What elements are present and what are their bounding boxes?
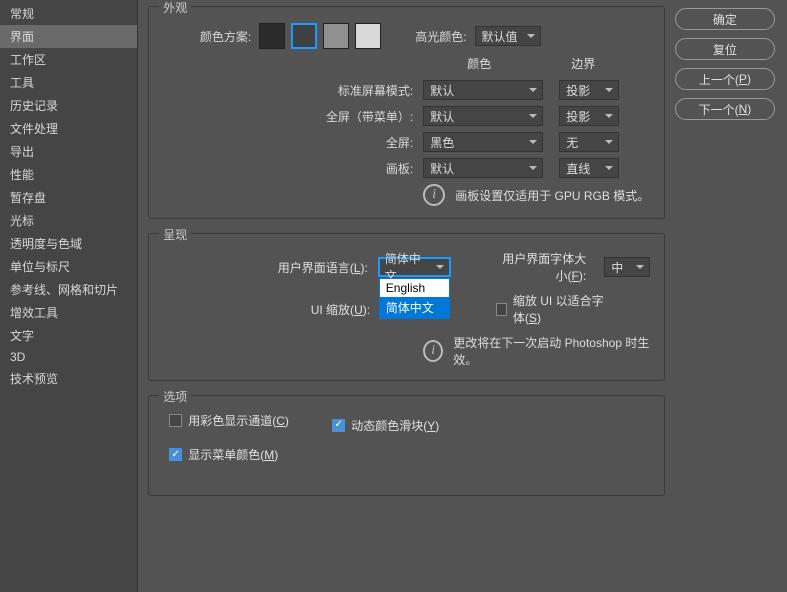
ui-language-select[interactable]: 简体中文 English简体中文 [378,257,452,277]
reset-button[interactable]: 复位 [675,38,775,60]
screen-mode-border-select[interactable]: 投影 [559,80,619,100]
screen-mode-color-select[interactable]: 默认 [423,80,543,100]
menu-colors-label: 显示菜单颜色(M) [188,446,278,463]
screen-mode-border-select[interactable]: 无 [559,132,619,152]
sidebar-item[interactable]: 界面 [0,25,137,48]
highlight-color-label: 高光颜色: [415,28,466,45]
preferences-main: 外观 颜色方案: 高光颜色: 默认值 颜色 边界 标准屏幕模式:默认投影全屏（带… [138,0,675,592]
sidebar-item[interactable]: 增效工具 [0,301,137,324]
screen-mode-row: 全屏（带菜单）:默认投影 [163,106,650,126]
highlight-color-select[interactable]: 默认值 [475,26,541,46]
sidebar-item[interactable]: 技术预览 [0,367,137,390]
ui-language-dropdown: English简体中文 [379,278,451,319]
options-group: 选项 用彩色显示通道(C) 动态颜色滑块(Y) [148,395,665,496]
dynamic-sliders-checkbox-row[interactable]: 动态颜色滑块(Y) [332,417,439,434]
ui-language-option[interactable]: 简体中文 [380,297,450,318]
appearance-group: 外观 颜色方案: 高光颜色: 默认值 颜色 边界 标准屏幕模式:默认投影全屏（带… [148,6,665,219]
screen-mode-row: 标准屏幕模式:默认投影 [163,80,650,100]
screen-mode-label: 全屏（带菜单）: [163,108,423,125]
presentation-info-text: 更改将在下一次启动 Photoshop 时生效。 [453,334,650,368]
menu-colors-checkbox-row[interactable]: 显示菜单颜色(M) [169,446,278,463]
prev-button[interactable]: 上一个(P) [675,68,775,90]
presentation-group: 呈现 用户界面语言(L): 简体中文 English简体中文 用户界面字体大小(… [148,233,665,381]
sidebar-item[interactable]: 常规 [0,2,137,25]
sidebar-item[interactable]: 工作区 [0,48,137,71]
sidebar-item[interactable]: 单位与标尺 [0,255,137,278]
sidebar-item[interactable]: 暂存盘 [0,186,137,209]
screen-mode-label: 标准屏幕模式: [163,82,423,99]
sidebar-item[interactable]: 透明度与色域 [0,232,137,255]
sidebar-item[interactable]: 3D [0,347,137,367]
dynamic-sliders-label: 动态颜色滑块(Y) [351,417,439,434]
screen-mode-row: 全屏:黑色无 [163,132,650,152]
next-button[interactable]: 下一个(N) [675,98,775,120]
appearance-title: 外观 [159,0,191,16]
screen-mode-border-select[interactable]: 投影 [559,106,619,126]
scale-ui-checkbox-row[interactable]: 缩放 UI 以适合字体(S) [496,292,610,326]
sidebar-item[interactable]: 历史记录 [0,94,137,117]
ui-scaling-label: UI 缩放(U): [163,301,380,318]
info-icon: i [423,340,443,362]
scale-ui-label: 缩放 UI 以适合字体(S) [513,292,610,326]
screen-mode-label: 画板: [163,160,423,177]
sidebar-item[interactable]: 文字 [0,324,137,347]
sidebar-item[interactable]: 参考线、网格和切片 [0,278,137,301]
screen-mode-color-select[interactable]: 默认 [423,158,543,178]
sidebar-item[interactable]: 性能 [0,163,137,186]
screen-mode-label: 全屏: [163,134,423,151]
sidebar-item[interactable]: 光标 [0,209,137,232]
color-channels-checkbox[interactable] [169,414,182,427]
ok-button[interactable]: 确定 [675,8,775,30]
color-scheme-swatch[interactable] [259,23,285,49]
dynamic-sliders-checkbox[interactable] [332,419,345,432]
screen-mode-row: 画板:默认直线 [163,158,650,178]
column-header-border: 边界 [553,55,613,72]
sidebar-item[interactable]: 文件处理 [0,117,137,140]
options-title: 选项 [159,388,191,405]
ui-language-option[interactable]: English [380,279,450,297]
dialog-buttons: 确定 复位 上一个(P) 下一个(N) [675,0,787,592]
presentation-title: 呈现 [159,226,191,243]
screen-mode-border-select[interactable]: 直线 [559,158,619,178]
color-scheme-swatch[interactable] [355,23,381,49]
ui-fontsize-label: 用户界面字体大小(F): [492,250,596,284]
column-header-color: 颜色 [423,55,535,72]
ui-language-label: 用户界面语言(L): [163,259,378,276]
appearance-info-text: 画板设置仅适用于 GPU RGB 模式。 [455,187,649,204]
color-scheme-swatch[interactable] [323,23,349,49]
color-scheme-swatches [259,23,387,49]
color-channels-checkbox-row[interactable]: 用彩色显示通道(C) [169,412,289,429]
scale-ui-checkbox[interactable] [496,303,507,316]
info-icon: i [423,184,445,206]
preferences-sidebar: 常规界面工作区工具历史记录文件处理导出性能暂存盘光标透明度与色域单位与标尺参考线… [0,0,138,592]
ui-fontsize-select[interactable]: 中 [604,257,650,277]
sidebar-item[interactable]: 工具 [0,71,137,94]
screen-mode-color-select[interactable]: 默认 [423,106,543,126]
color-scheme-swatch[interactable] [291,23,317,49]
color-channels-label: 用彩色显示通道(C) [188,412,289,429]
sidebar-item[interactable]: 导出 [0,140,137,163]
screen-mode-color-select[interactable]: 黑色 [423,132,543,152]
color-scheme-label: 颜色方案: [163,28,251,45]
menu-colors-checkbox[interactable] [169,448,182,461]
